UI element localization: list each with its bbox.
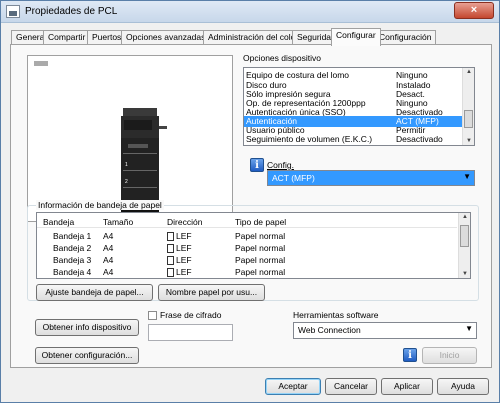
option-value: Ninguno (396, 70, 428, 80)
chevron-down-icon: ▼ (465, 324, 473, 333)
tray-direction: LEF (167, 255, 192, 265)
title-bar: Propiedades de PCL × (1, 1, 499, 23)
tray-list[interactable]: Bandeja Tamaño Dirección Tipo de papel B… (36, 212, 471, 279)
scroll-down-icon[interactable]: ▼ (461, 271, 469, 277)
scroll-down-icon[interactable]: ▼ (465, 138, 473, 144)
get-config-button[interactable]: Obtener configuración... (35, 347, 139, 364)
tray-info-group: Información de bandeja de papel Bandeja … (27, 200, 479, 301)
help-button[interactable]: Ayuda (437, 378, 489, 395)
scroll-up-icon[interactable]: ▲ (465, 69, 473, 75)
tray-size: A4 (103, 243, 114, 253)
tray-paper-type: Papel normal (235, 243, 286, 253)
paper-name-button[interactable]: Nombre papel por usu... (158, 284, 265, 301)
option-name: Equipo de costura del lomo (246, 70, 350, 80)
tray-size: A4 (103, 231, 114, 241)
tab-opciones-avanzadas[interactable]: Opciones avanzadas (121, 30, 211, 45)
option-name: Seguimiento de volumen (E.K.C.) (246, 134, 373, 144)
software-tools-value: Web Connection (298, 325, 361, 335)
tray-info-label: Información de bandeja de papel (36, 200, 164, 210)
preview-model-label (34, 61, 48, 66)
direction-text: LEF (176, 255, 192, 265)
device-preview: 1 2 (27, 55, 233, 222)
options-scrollbar[interactable]: ▲ ▼ (462, 68, 474, 145)
tray-row[interactable]: Bandeja 4 A4 LEF Papel normal (37, 267, 457, 278)
device-options-list[interactable]: Equipo de costura del lomo Ninguno Disco… (243, 67, 475, 146)
tray-name: Bandeja 3 (53, 255, 92, 265)
column-header[interactable]: Tamaño (103, 217, 133, 227)
chevron-down-icon: ▼ (463, 172, 471, 181)
tray-direction: LEF (167, 267, 192, 277)
adjust-tray-button[interactable]: Ajuste bandeja de papel... (36, 284, 153, 301)
page-icon (167, 232, 174, 241)
tab-administracion-color[interactable]: Administración del color (203, 30, 304, 45)
option-row[interactable]: Seguimiento de volumen (E.K.C.) Desactiv… (244, 134, 462, 145)
page-icon (167, 256, 174, 265)
page-icon (167, 268, 174, 277)
tray-name: Bandeja 1 (53, 231, 92, 241)
config-value: ACT (MFP) (272, 173, 315, 183)
tray-scrollbar[interactable]: ▲ ▼ (458, 213, 470, 278)
tray-list-header: Bandeja Tamaño Dirección Tipo de papel (37, 217, 457, 228)
apply-button[interactable]: Aplicar (381, 378, 433, 395)
info-icon[interactable]: i (250, 158, 264, 172)
tray-row[interactable]: Bandeja 1 A4 LEF Papel normal (37, 231, 457, 242)
tray-row[interactable]: Bandeja 3 A4 LEF Papel normal (37, 255, 457, 266)
tray-direction: LEF (167, 243, 192, 253)
tray-name: Bandeja 4 (53, 267, 92, 277)
start-button[interactable]: Inicio (422, 347, 477, 364)
tray-direction: LEF (167, 231, 192, 241)
tray-size: A4 (103, 255, 114, 265)
printer-app-icon (6, 5, 20, 18)
info-icon[interactable]: i (403, 348, 417, 362)
direction-text: LEF (176, 231, 192, 241)
svg-text:1: 1 (125, 162, 128, 168)
column-header[interactable]: Tipo de papel (235, 217, 286, 227)
tray-paper-type: Papel normal (235, 231, 286, 241)
properties-window: Propiedades de PCL × General Compartir P… (0, 0, 500, 403)
config-label: Config. (267, 160, 294, 170)
get-device-info-button[interactable]: Obtener info dispositivo (35, 319, 139, 336)
tray-row[interactable]: Bandeja 2 A4 LEF Papel normal (37, 243, 457, 254)
passphrase-input[interactable] (148, 324, 233, 341)
tab-compartir[interactable]: Compartir (43, 30, 91, 45)
close-button[interactable]: × (454, 2, 494, 19)
passphrase-label: Frase de cifrado (160, 310, 222, 320)
svg-text:2: 2 (125, 179, 128, 185)
scroll-up-icon[interactable]: ▲ (461, 214, 469, 220)
ok-button[interactable]: Aceptar (265, 378, 321, 395)
page-icon (167, 244, 174, 253)
direction-text: LEF (176, 243, 192, 253)
printer-image: 1 2 (121, 108, 167, 213)
tray-paper-type: Papel normal (235, 267, 286, 277)
passphrase-checkbox[interactable] (148, 311, 157, 320)
tray-size: A4 (103, 267, 114, 277)
software-tools-label: Herramientas software (293, 310, 379, 320)
scroll-thumb[interactable] (460, 225, 469, 247)
direction-text: LEF (176, 267, 192, 277)
tray-paper-type: Papel normal (235, 255, 286, 265)
column-header[interactable]: Bandeja (43, 217, 74, 227)
option-value: Desactivado (396, 134, 443, 144)
tab-configuracion[interactable]: Configuración (374, 30, 437, 45)
device-options-label: Opciones dispositivo (243, 53, 321, 63)
cancel-button[interactable]: Cancelar (325, 378, 377, 395)
software-tools-select[interactable]: Web Connection ▼ (293, 322, 477, 339)
configurar-panel: 1 2 Opciones dispositivo Equipo de costu… (10, 44, 492, 368)
tab-configurar[interactable]: Configurar (331, 28, 381, 46)
column-header[interactable]: Dirección (167, 217, 202, 227)
config-select[interactable]: ACT (MFP) ▼ (267, 170, 475, 186)
window-title: Propiedades de PCL (25, 6, 118, 17)
scroll-thumb[interactable] (464, 110, 473, 128)
tray-name: Bandeja 2 (53, 243, 92, 253)
